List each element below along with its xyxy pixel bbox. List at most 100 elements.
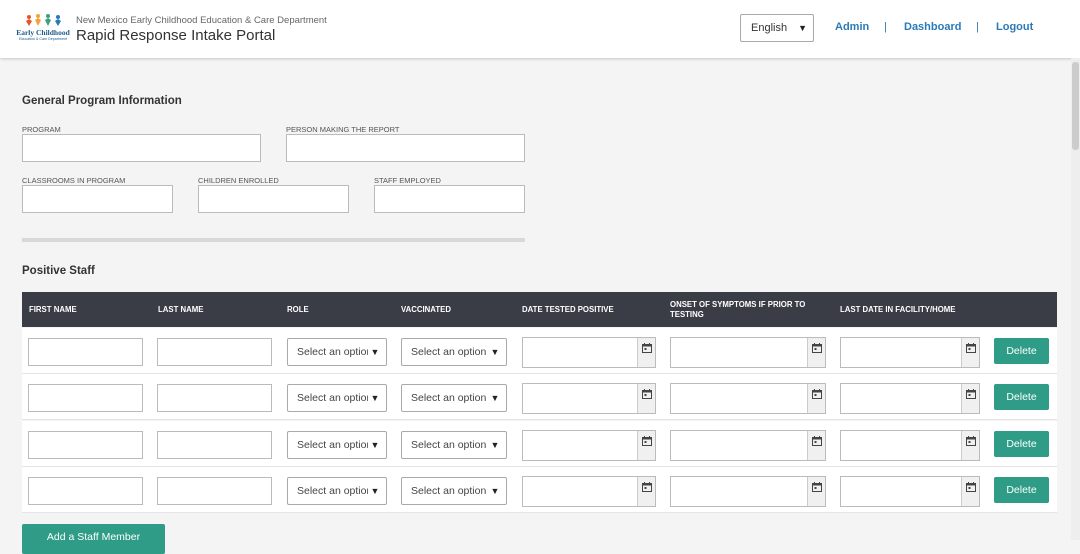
nav-dashboard-link[interactable]: Dashboard bbox=[904, 21, 961, 33]
role-select[interactable]: Select an option ▼ bbox=[287, 384, 387, 413]
last-date-in-facility-input[interactable] bbox=[840, 475, 980, 507]
last-name-input[interactable] bbox=[157, 476, 272, 505]
last-name-input[interactable] bbox=[157, 384, 272, 413]
date-picker-button[interactable] bbox=[637, 338, 655, 367]
nav-admin-link[interactable]: Admin bbox=[835, 21, 869, 33]
date-picker-button[interactable] bbox=[961, 476, 979, 506]
children-figures-icon bbox=[26, 14, 61, 26]
calendar-icon bbox=[642, 435, 652, 446]
col-last-date-in-facility: LAST DATE IN FACILITY/HOME bbox=[840, 305, 956, 314]
date-picker-button[interactable] bbox=[961, 384, 979, 414]
staff-employed-input[interactable] bbox=[374, 185, 525, 213]
staff-table-header: FIRST NAME LAST NAME ROLE VACCINATED DAT… bbox=[22, 292, 1057, 327]
vaccinated-select[interactable]: Select an option ▼ bbox=[401, 384, 507, 413]
ece-department-logo[interactable]: Early Childhood Education & Care Departm… bbox=[14, 13, 72, 45]
date-picker-button[interactable] bbox=[637, 476, 655, 506]
date-picker-button[interactable] bbox=[637, 430, 655, 460]
nav-separator: | bbox=[884, 21, 887, 33]
onset-of-symptoms-input[interactable] bbox=[670, 429, 826, 461]
chevron-down-icon: ▼ bbox=[368, 339, 382, 365]
calendar-icon bbox=[642, 481, 652, 492]
page-scrollbar-thumb[interactable] bbox=[1072, 62, 1079, 150]
chevron-down-icon: ▼ bbox=[488, 431, 502, 458]
onset-of-symptoms-input[interactable] bbox=[670, 337, 826, 368]
chevron-down-icon: ▼ bbox=[488, 339, 502, 365]
delete-row-button[interactable]: Delete bbox=[994, 476, 1049, 503]
col-vaccinated: VACCINATED bbox=[401, 305, 451, 314]
date-picker-button[interactable] bbox=[807, 430, 825, 460]
app-header: Early Childhood Education & Care Departm… bbox=[0, 0, 1080, 58]
date-tested-positive-input[interactable] bbox=[522, 383, 656, 415]
date-picker-button[interactable] bbox=[637, 384, 655, 414]
date-picker-button[interactable] bbox=[807, 476, 825, 506]
staff-table-row: Select an option ▼ Select an option ▼ Delete bbox=[22, 374, 1057, 421]
vaccinated-select[interactable]: Select an option ▼ bbox=[401, 476, 507, 505]
role-select[interactable]: Select an option ▼ bbox=[287, 338, 387, 366]
person-reporting-label: PERSON MAKING THE REPORT bbox=[286, 125, 400, 134]
nav-separator: | bbox=[976, 21, 979, 33]
children-enrolled-input[interactable] bbox=[198, 185, 349, 213]
first-name-input[interactable] bbox=[28, 476, 143, 505]
date-picker-button[interactable] bbox=[961, 430, 979, 460]
language-select-value: English bbox=[751, 22, 788, 34]
date-picker-button[interactable] bbox=[807, 384, 825, 414]
calendar-icon bbox=[966, 389, 976, 400]
calendar-icon bbox=[642, 343, 652, 353]
last-name-input[interactable] bbox=[157, 338, 272, 366]
calendar-icon bbox=[642, 389, 652, 400]
children-enrolled-label: CHILDREN ENROLLED bbox=[198, 176, 279, 185]
date-tested-positive-input[interactable] bbox=[522, 429, 656, 461]
date-picker-button[interactable] bbox=[961, 338, 979, 367]
first-name-input[interactable] bbox=[28, 338, 143, 366]
calendar-icon bbox=[812, 343, 822, 353]
calendar-icon bbox=[966, 435, 976, 446]
chevron-down-icon: ▼ bbox=[798, 23, 807, 33]
last-date-in-facility-input[interactable] bbox=[840, 429, 980, 461]
chevron-down-icon: ▼ bbox=[368, 477, 382, 504]
delete-row-button[interactable]: Delete bbox=[994, 338, 1049, 364]
role-select[interactable]: Select an option ▼ bbox=[287, 430, 387, 459]
first-name-input[interactable] bbox=[28, 430, 143, 459]
program-input[interactable] bbox=[22, 134, 261, 162]
last-date-in-facility-input[interactable] bbox=[840, 337, 980, 368]
add-staff-member-button[interactable]: Add a Staff Member bbox=[22, 524, 165, 554]
delete-row-button[interactable]: Delete bbox=[994, 430, 1049, 457]
chevron-down-icon: ▼ bbox=[368, 385, 382, 412]
calendar-icon bbox=[812, 389, 822, 400]
vaccinated-select[interactable]: Select an option ▼ bbox=[401, 430, 507, 459]
calendar-icon bbox=[966, 343, 976, 353]
agency-name: New Mexico Early Childhood Education & C… bbox=[76, 15, 327, 26]
staff-table-row: Select an option ▼ Select an option ▼ Delete bbox=[22, 420, 1057, 467]
col-onset-of-symptoms: ONSET OF SYMPTOMS IF PRIOR TO TESTING bbox=[670, 300, 806, 319]
col-role: ROLE bbox=[287, 305, 309, 314]
last-date-in-facility-input[interactable] bbox=[840, 383, 980, 415]
logo-text-main: Early Childhood bbox=[16, 28, 70, 37]
date-picker-button[interactable] bbox=[807, 338, 825, 367]
calendar-icon bbox=[812, 481, 822, 492]
col-date-tested-positive: DATE TESTED POSITIVE bbox=[522, 305, 614, 314]
delete-row-button[interactable]: Delete bbox=[994, 384, 1049, 411]
person-reporting-input[interactable] bbox=[286, 134, 525, 162]
language-select[interactable]: English ▼ bbox=[740, 14, 814, 42]
chevron-down-icon: ▼ bbox=[488, 385, 502, 412]
program-label: PROGRAM bbox=[22, 125, 61, 134]
first-name-input[interactable] bbox=[28, 384, 143, 413]
general-info-title: General Program Information bbox=[22, 95, 182, 107]
staff-employed-label: STAFF EMPLOYED bbox=[374, 176, 441, 185]
role-select[interactable]: Select an option ▼ bbox=[287, 476, 387, 505]
onset-of-symptoms-input[interactable] bbox=[670, 475, 826, 507]
classrooms-input[interactable] bbox=[22, 185, 173, 213]
staff-table-row: Select an option ▼ Select an option ▼ Delete bbox=[22, 466, 1057, 513]
date-tested-positive-input[interactable] bbox=[522, 475, 656, 507]
calendar-icon bbox=[812, 435, 822, 446]
section-divider bbox=[22, 238, 525, 242]
last-name-input[interactable] bbox=[157, 430, 272, 459]
nav-logout-link[interactable]: Logout bbox=[996, 21, 1033, 33]
chevron-down-icon: ▼ bbox=[368, 431, 382, 458]
vaccinated-select[interactable]: Select an option ▼ bbox=[401, 338, 507, 366]
positive-staff-title: Positive Staff bbox=[22, 265, 95, 277]
date-tested-positive-input[interactable] bbox=[522, 337, 656, 368]
col-last-name: LAST NAME bbox=[158, 305, 204, 314]
calendar-icon bbox=[966, 481, 976, 492]
onset-of-symptoms-input[interactable] bbox=[670, 383, 826, 415]
